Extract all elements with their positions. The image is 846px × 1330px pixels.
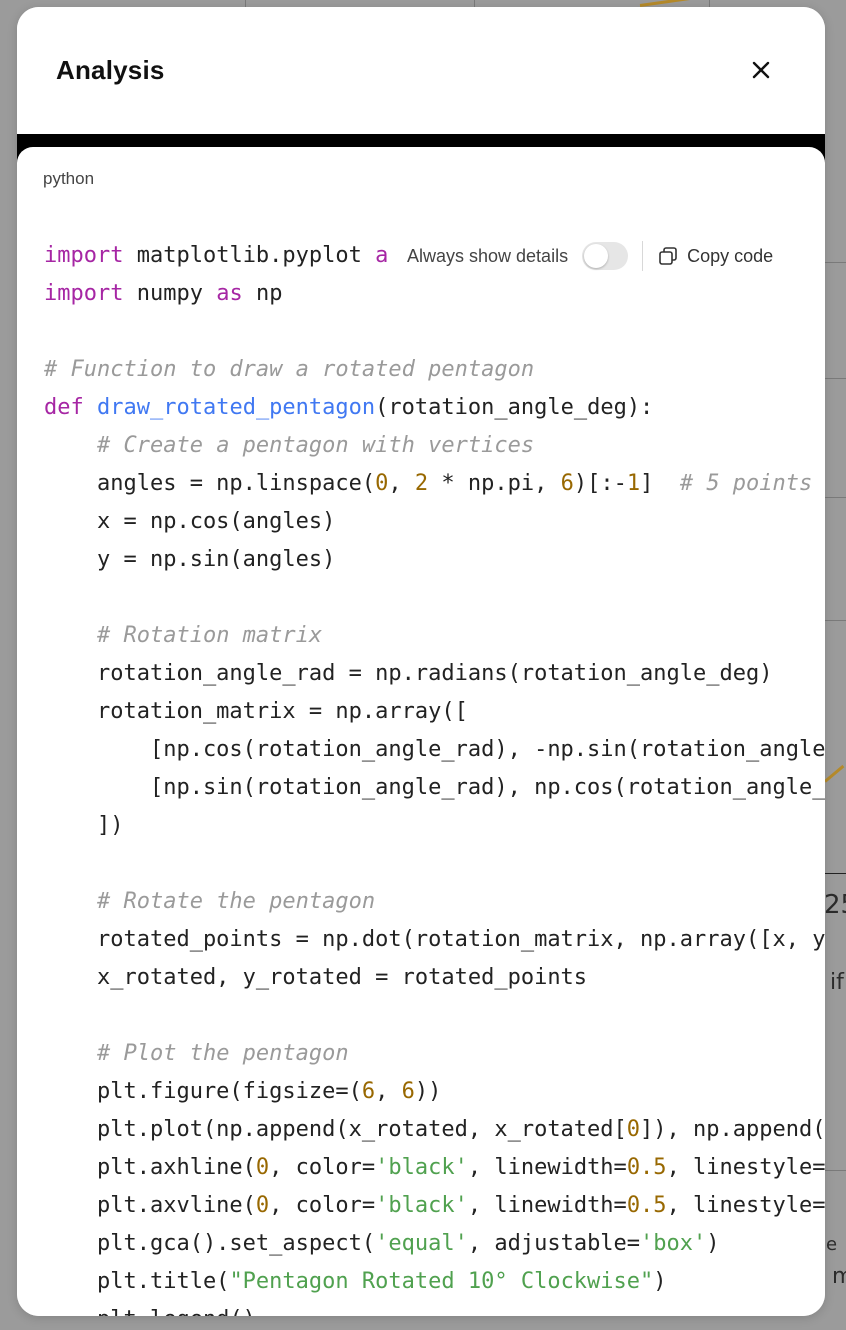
- code-line: plt.gca().set_aspect('equal', adjustable…: [44, 1231, 720, 1256]
- toolbar-divider: [642, 241, 644, 271]
- code-line: x = np.cos(angles): [44, 509, 336, 534]
- code-line: plt.plot(np.append(x_rotated, x_rotated[…: [44, 1117, 825, 1142]
- backdrop-plot-line: [824, 764, 845, 783]
- backdrop-text-fragment: e: [826, 1234, 838, 1255]
- code-line: rotation_matrix = np.array([: [44, 699, 468, 724]
- code-line: rotation_angle_rad = np.radians(rotation…: [44, 661, 773, 686]
- code-line: def draw_rotated_pentagon(rotation_angle…: [44, 395, 654, 420]
- code-line: x_rotated, y_rotated = rotated_points: [44, 965, 588, 990]
- code-line: plt.legend(): [44, 1301, 825, 1316]
- backdrop-grid-line: [825, 262, 846, 263]
- close-button[interactable]: [744, 53, 778, 87]
- code-line: rotated_points = np.dot(rotation_matrix,…: [44, 927, 825, 952]
- code-line: y = np.sin(angles): [44, 547, 336, 572]
- copy-icon: [659, 247, 677, 265]
- code-line: # Rotate the pentagon: [96, 889, 376, 914]
- code-line: plt.axvline(0, color='black', linewidth=…: [44, 1193, 825, 1218]
- analysis-modal: Analysis python import matplotlib.pyplot…: [17, 7, 825, 1316]
- backdrop-plot-line: [639, 0, 700, 7]
- code-line: plt.title("Pentagon Rotated 10° Clockwis…: [44, 1269, 667, 1294]
- code-line: [np.cos(rotation_angle_rad), -np.sin(rot…: [44, 737, 825, 762]
- toggle-knob: [584, 244, 609, 268]
- backdrop-text-fragment: m: [832, 1264, 846, 1289]
- backdrop-divider: [825, 1170, 846, 1171]
- close-icon: [752, 61, 770, 79]
- code-line: ]): [44, 813, 124, 838]
- code-block: python import matplotlib.pyplot a import …: [17, 147, 825, 1316]
- code-content: import matplotlib.pyplot a import numpy a…: [44, 237, 825, 1316]
- backdrop-tick-label: 25: [824, 890, 846, 920]
- code-line: # Function to draw a rotated pentagon: [44, 357, 535, 382]
- code-line: # Plot the pentagon: [96, 1041, 349, 1066]
- modal-title: Analysis: [56, 55, 165, 85]
- backdrop-text-fragment: if: [830, 970, 844, 995]
- modal-header: Analysis: [17, 7, 825, 134]
- code-toolbar: Always show details Copy code: [389, 237, 825, 275]
- code-line: # Rotation matrix: [96, 623, 323, 648]
- code-line: import numpy as np: [44, 281, 283, 306]
- code-token: import: [44, 243, 124, 268]
- backdrop-grid-line: [825, 497, 846, 498]
- code-line: # Create a pentagon with vertices: [96, 433, 535, 458]
- code-line: plt.axhline(0, color='black', linewidth=…: [44, 1155, 825, 1180]
- copy-code-button[interactable]: Copy code: [657, 245, 773, 267]
- backdrop-axis-line: [825, 873, 846, 874]
- code-line: angles = np.linspace(0, 2 * np.pi, 6)[:-…: [44, 471, 813, 496]
- backdrop-grid-line: [825, 620, 846, 621]
- always-show-details-label: Always show details: [407, 245, 569, 266]
- code-line: [np.sin(rotation_angle_rad), np.cos(rota…: [44, 775, 825, 800]
- backdrop-grid-line: [825, 378, 846, 379]
- copy-code-label: Copy code: [687, 245, 774, 266]
- always-show-details-toggle[interactable]: [582, 242, 629, 270]
- code-line: plt.figure(figsize=(6, 6)): [44, 1079, 442, 1104]
- code-language-label: python: [43, 169, 95, 188]
